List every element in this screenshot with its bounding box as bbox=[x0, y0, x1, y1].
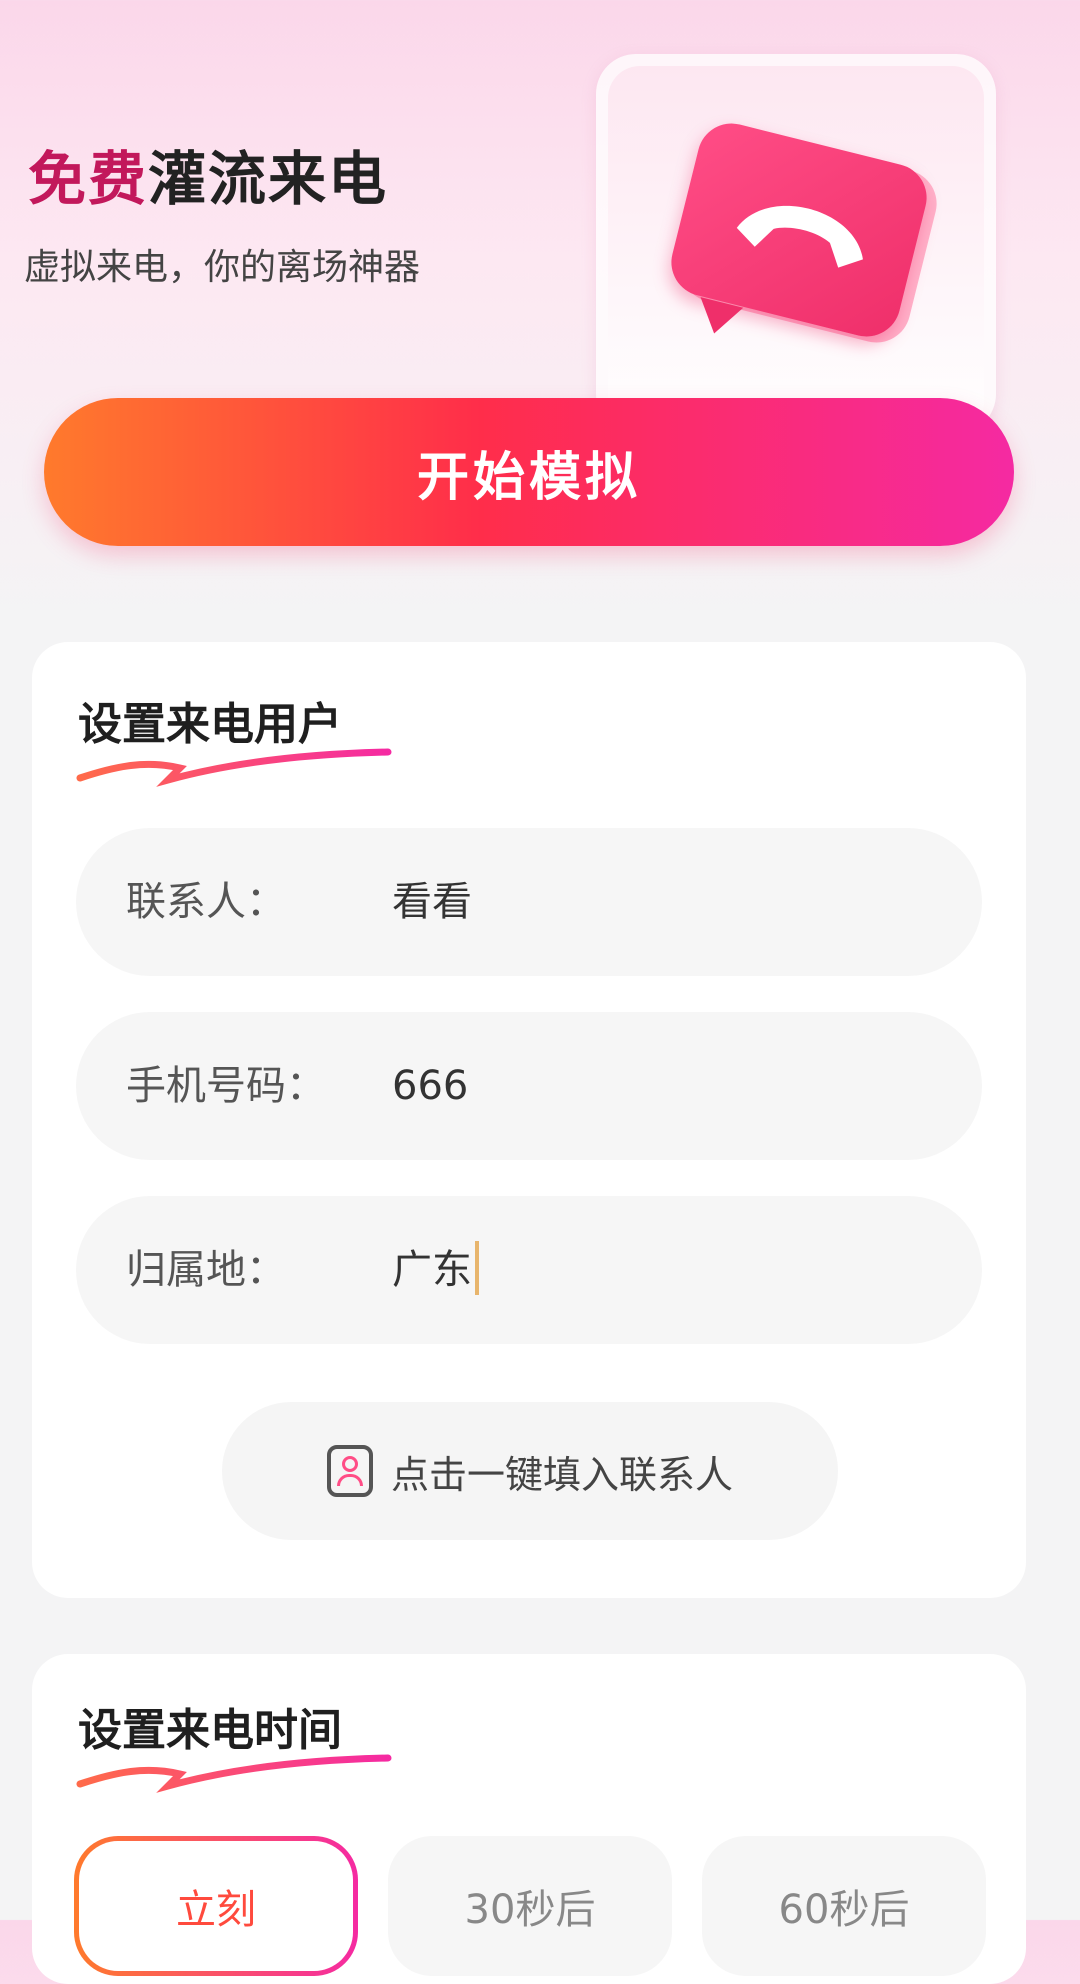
location-field[interactable]: 归属地： 广东 bbox=[76, 1196, 982, 1344]
phone-number-field[interactable]: 手机号码： 666 bbox=[76, 1012, 982, 1160]
time-option-60s[interactable]: 60秒后 bbox=[702, 1836, 986, 1976]
contact-name-field[interactable]: 联系人： 看看 bbox=[76, 828, 982, 976]
location-value: 广东 bbox=[392, 1247, 472, 1293]
title-underline-decoration bbox=[76, 748, 392, 787]
hero-illustration bbox=[596, 54, 996, 434]
location-label: 归属地： bbox=[126, 1247, 286, 1293]
title-underline-decoration bbox=[76, 1754, 392, 1793]
app-title-highlight: 免费 bbox=[28, 145, 149, 213]
location-input[interactable]: 广东 bbox=[392, 1196, 479, 1344]
app-title-rest: 灌流来电 bbox=[148, 145, 389, 213]
time-option-30s[interactable]: 30秒后 bbox=[388, 1836, 672, 1976]
phone-number-label: 手机号码： bbox=[126, 1063, 326, 1109]
contact-name-input[interactable]: 看看 bbox=[392, 828, 472, 976]
caller-settings-card: 设置来电用户 联系人： 看看 手机号码： 666 归属地： 广东 点击一键填入联… bbox=[32, 642, 1026, 1598]
start-simulation-button[interactable]: 开始模拟 bbox=[44, 398, 1014, 546]
contact-name-label: 联系人： bbox=[126, 879, 286, 925]
autofill-contact-button[interactable]: 点击一键填入联系人 bbox=[222, 1402, 838, 1540]
app-title: 免费灌流来电 bbox=[28, 132, 388, 216]
time-option-now[interactable]: 立刻 bbox=[74, 1836, 358, 1976]
app-subtitle: 虚拟来电，你的离场神器 bbox=[24, 247, 421, 288]
contact-icon bbox=[326, 1445, 373, 1497]
call-time-card: 设置来电时间 立刻 30秒后 60秒后 bbox=[32, 1654, 1026, 1984]
autofill-contact-label: 点击一键填入联系人 bbox=[390, 1452, 733, 1497]
text-cursor bbox=[475, 1241, 479, 1295]
phone-number-input[interactable]: 666 bbox=[392, 1012, 468, 1160]
